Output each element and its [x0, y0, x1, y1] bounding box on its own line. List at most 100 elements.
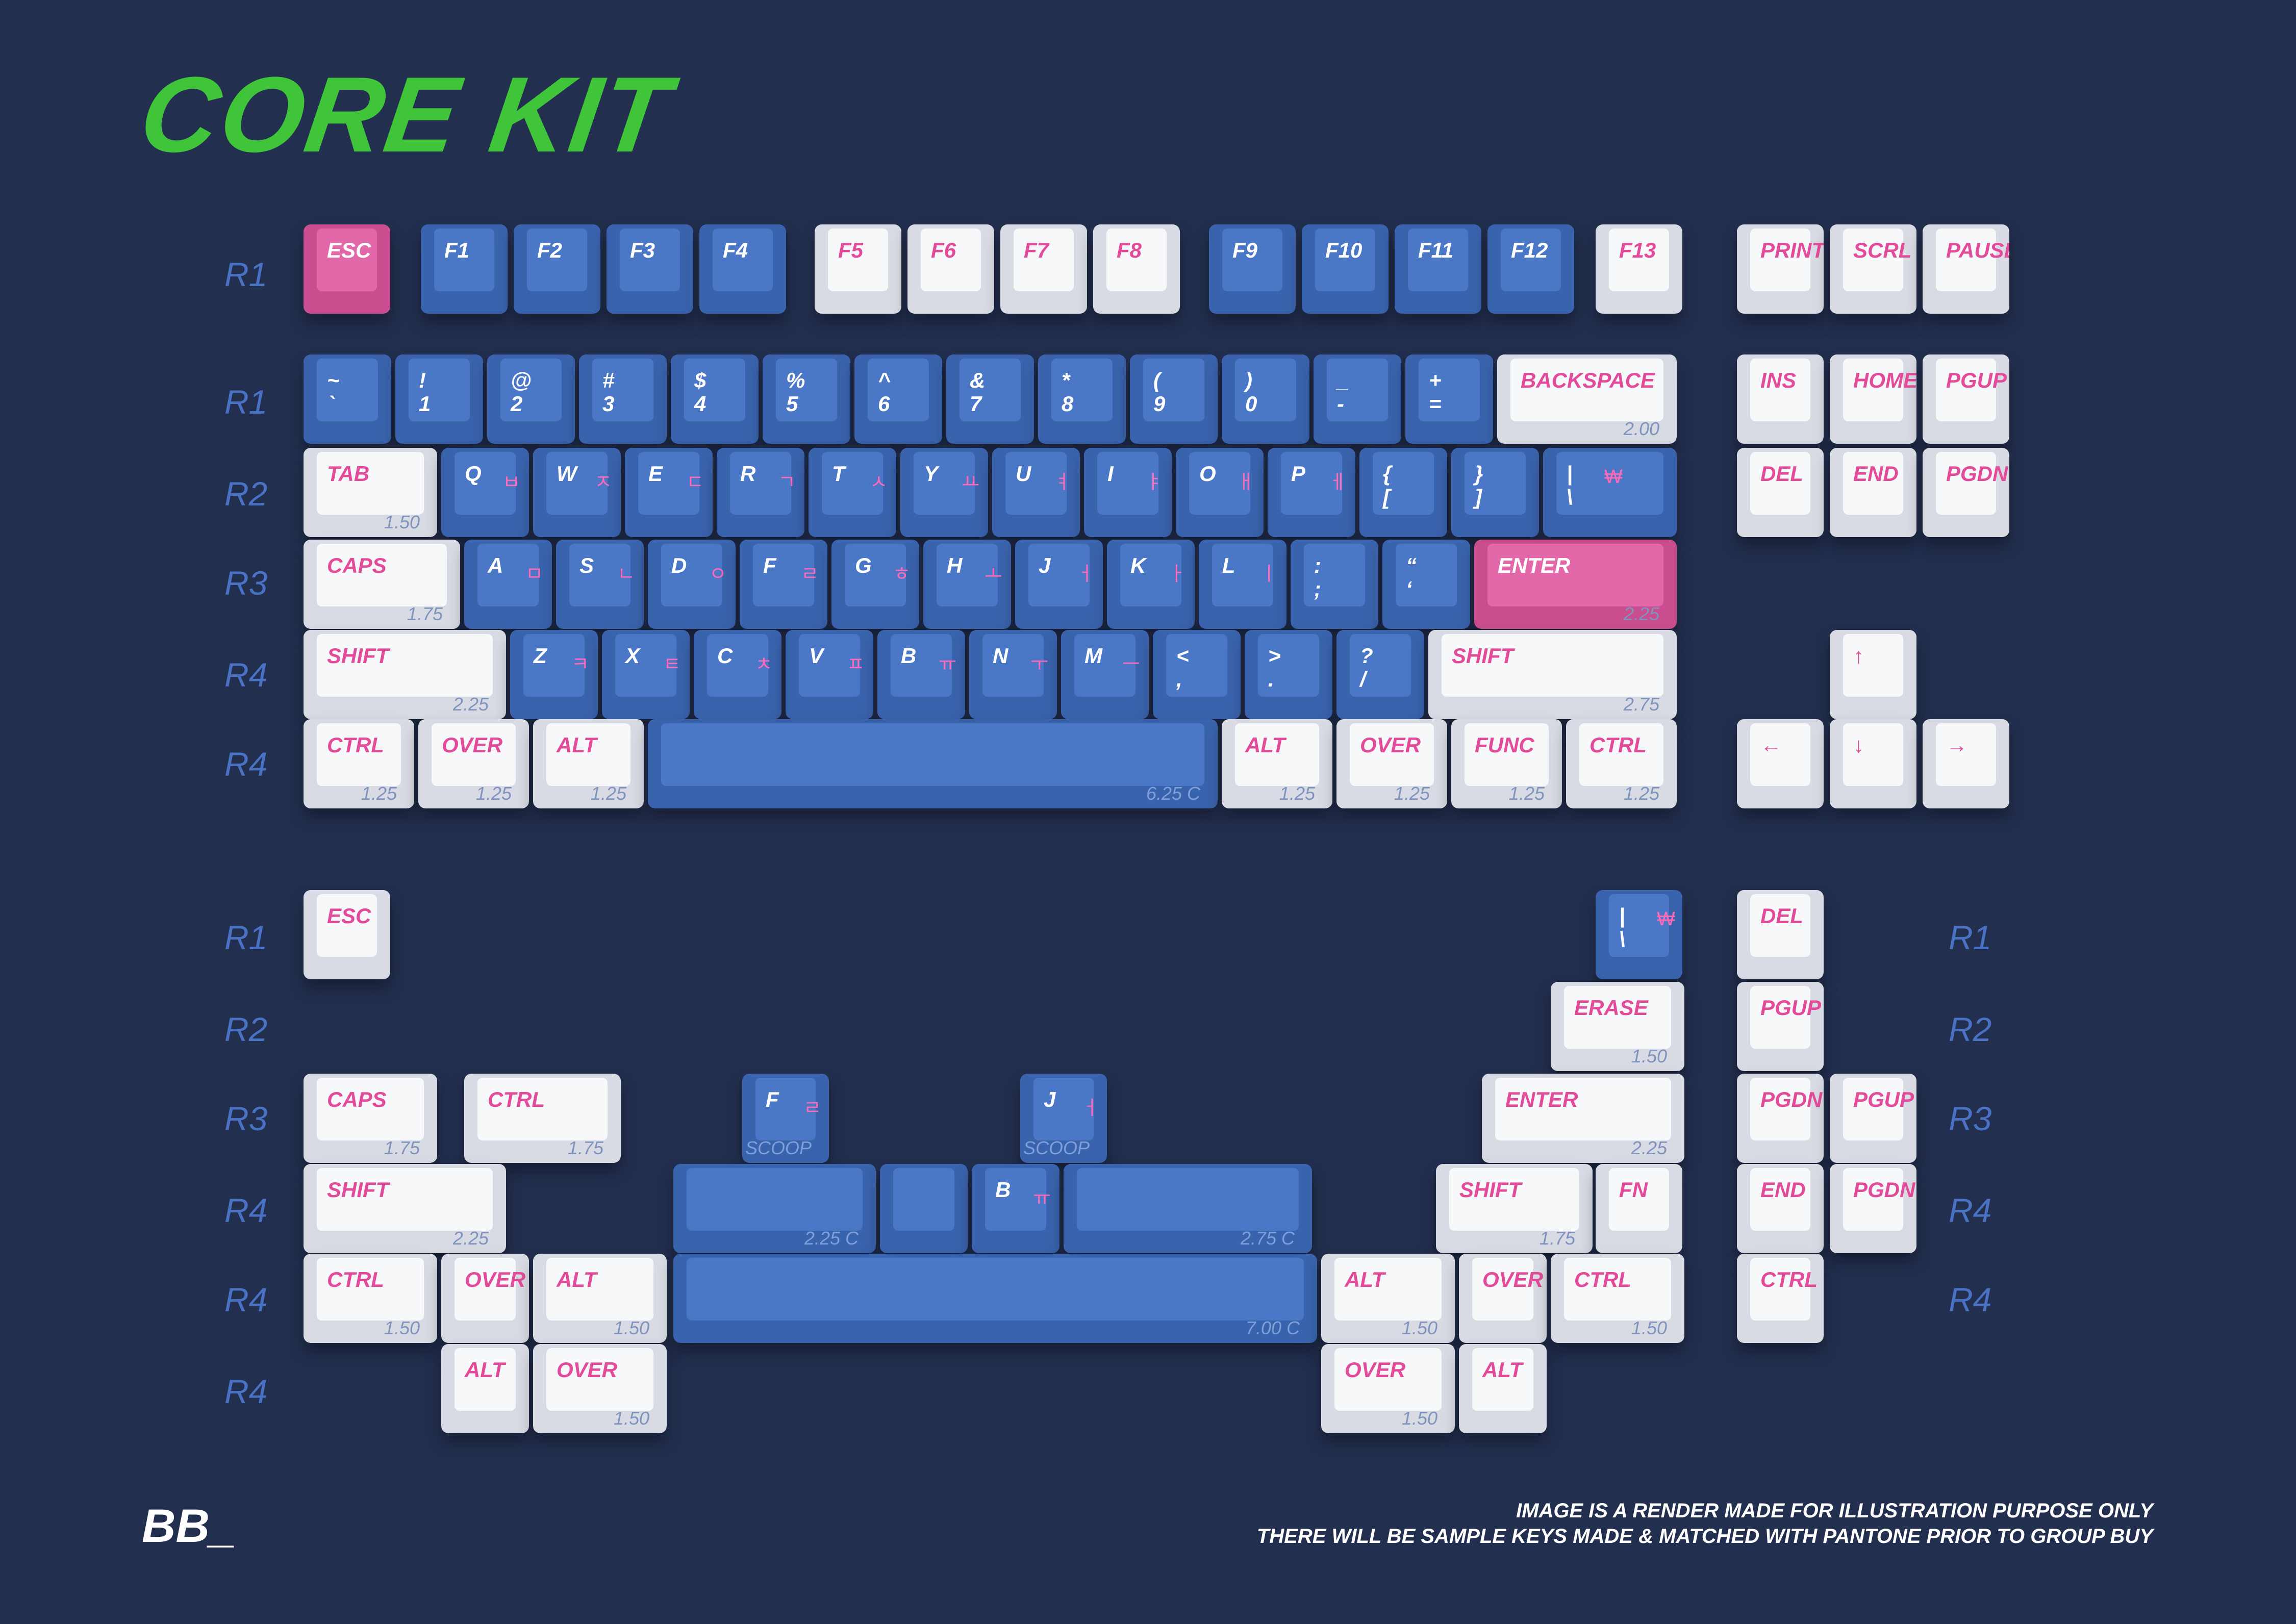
keycap-size-label: 2.25	[1623, 603, 1659, 624]
row-label-r3: R3	[224, 564, 268, 602]
keycap-top	[776, 359, 837, 421]
keycap-k6: ^ 6	[854, 354, 942, 444]
keycap-legend: ) 0	[1245, 368, 1257, 416]
keycap-size-label: 2.25	[452, 694, 489, 715]
keycap-f11: F11	[1395, 224, 1481, 314]
keycap-size-label: 1.50	[613, 1317, 649, 1338]
keycap-legend: ? /	[1360, 644, 1373, 692]
keycap-legend: TAB	[327, 462, 370, 486]
keycap-f8: F8	[1093, 224, 1180, 314]
keycap-x-fn: FN	[1596, 1164, 1682, 1253]
keycap-legend: : ;	[1314, 553, 1321, 601]
keycap-size-label: SCOOP	[745, 1137, 812, 1158]
keycap-f10: F10	[1302, 224, 1389, 314]
keycap-size-label: 2.00	[1623, 418, 1659, 439]
keycap-x-erase: ERASE 1.50	[1551, 982, 1684, 1071]
keycap-legend: # 3	[602, 368, 615, 416]
keycap-legend: CTRL	[488, 1087, 545, 1111]
brand-logo: BB_	[142, 1500, 236, 1552]
keycap-g: Gㅎ	[831, 540, 919, 629]
keycap-legend: V	[809, 644, 824, 668]
keycap-top	[661, 723, 1204, 786]
keycap-legend: “ ‘	[1406, 553, 1417, 601]
keycap-legend: T	[832, 462, 845, 486]
keycap-backslash: | \ ₩	[1543, 448, 1677, 537]
keycap-legend: ESC	[327, 904, 371, 928]
keycap-k2: @ 2	[487, 354, 575, 444]
keycap-top	[1304, 544, 1365, 606]
keycap-size-label: 2.25 C	[804, 1228, 859, 1249]
keycap-legend: CTRL	[327, 1267, 384, 1291]
keycap-hangul-legend: ㄹ	[803, 1098, 821, 1119]
keycap-legend: & 7	[970, 368, 986, 416]
keycap-legend: @ 2	[511, 368, 532, 416]
keycap-legend: CAPS	[327, 553, 387, 577]
keycap-home: HOME	[1830, 354, 1916, 444]
row-label-r1b: R1	[224, 383, 268, 421]
keycap-hangul-legend: ㅔ	[1329, 472, 1347, 493]
keycap-top	[1077, 1168, 1299, 1231]
keycap-top	[317, 359, 378, 421]
keycap-legend: C	[717, 644, 733, 668]
keycap-down: ↓	[1830, 719, 1916, 808]
keycap-lbracket: { [	[1359, 448, 1447, 537]
keycap-hangul-legend: ㅇ	[709, 564, 727, 585]
keycap-legend: ENTER	[1505, 1087, 1578, 1111]
keycap-x-b: Bㅠ	[972, 1164, 1059, 1253]
keycap-c: Cㅊ	[694, 630, 781, 719]
keycap-hangul-legend: ㄴ	[617, 564, 635, 585]
keycap-legend: FUNC	[1475, 733, 1534, 757]
keycap-x-backslash: | \ ₩	[1596, 890, 1682, 979]
keycap-comma: < ,	[1153, 630, 1241, 719]
keycap-equal: + =	[1405, 354, 1493, 444]
keycap-legend: CTRL	[1760, 1267, 1818, 1291]
keycap-kit-render: CORE KIT R1 R1 R2 R3 R4 R4 R1 R2 R3 R4 R4 R4 R1 R2 R3 R…	[0, 0, 2296, 1624]
keycap-k1: ! 1	[395, 354, 483, 444]
keycap-legend: O	[1199, 462, 1216, 486]
keycap-top	[1419, 359, 1480, 421]
keycap-legend: PGUP	[1853, 1087, 1914, 1111]
keycap-period: > .	[1245, 630, 1332, 719]
keycap-esc: ESC	[304, 224, 390, 314]
keycap-quote: “ ‘	[1382, 540, 1470, 629]
keycap-hangul-legend: ㅗ	[985, 564, 1002, 585]
row-label-b5: R4	[224, 1281, 268, 1318]
keycap-legend: ~ `	[327, 368, 340, 416]
keycap-top	[1373, 452, 1434, 515]
keycap-size-label: 1.50	[1401, 1317, 1437, 1338]
keycap-size-label: 7.00 C	[1245, 1317, 1300, 1338]
keycap-size-label: 1.50	[1631, 1317, 1667, 1338]
keycap-k: Kㅏ	[1107, 540, 1195, 629]
keycap-top	[1465, 452, 1526, 515]
row-label-b6: R4	[224, 1373, 268, 1410]
row-label-r1a: R1	[224, 256, 268, 293]
keycap-p: Pㅔ	[1268, 448, 1355, 537]
keycap-t: Tㅅ	[809, 448, 896, 537]
keycap-space: 6.25 C	[648, 719, 1218, 808]
keycap-legend: F7	[1024, 238, 1049, 262]
keycap-hangul-legend: ㄷ	[686, 472, 704, 493]
keycap-legend: OVER	[1360, 733, 1421, 757]
keycap-legend: F10	[1325, 238, 1363, 262]
keycap-legend: ALT	[1245, 733, 1285, 757]
keycap-size-label: 1.50	[1401, 1408, 1437, 1429]
keycap-legend: F	[766, 1087, 779, 1111]
keycap-legend: D	[671, 553, 687, 577]
keycap-size-label: 1.25	[1394, 783, 1430, 804]
keycap-hangul-legend: ㅑ	[1145, 472, 1163, 493]
keycap-hangul-legend: ㅍ	[847, 654, 865, 675]
keycap-x-end: END	[1737, 1164, 1824, 1253]
keycap-top	[592, 359, 653, 421]
keycap-x-alt1: ALT	[441, 1344, 529, 1433]
keycap-legend: Q	[465, 462, 482, 486]
keycap-top	[1327, 359, 1388, 421]
keycap-legend: OVER	[557, 1358, 618, 1382]
keycap-legend: OVER	[1345, 1358, 1406, 1382]
keycap-legend: PGDN	[1760, 1087, 1823, 1111]
keycap-legend: F9	[1232, 238, 1258, 262]
keycap-x-space1	[880, 1164, 968, 1253]
keycap-legend: * 8	[1062, 368, 1074, 416]
keycap-size-label: 2.25	[1631, 1137, 1667, 1158]
row-label-b2: R2	[224, 1010, 268, 1048]
keycap-hangul-legend: ㅏ	[1168, 564, 1186, 585]
